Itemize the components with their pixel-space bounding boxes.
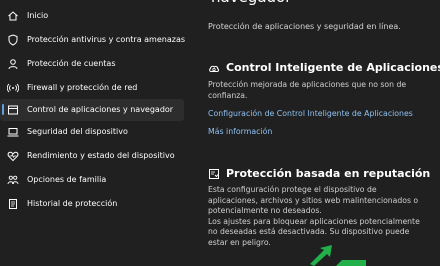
sidebar-item-label: Rendimiento y estado del dispositivo <box>27 151 175 160</box>
description-line: Los ajustes para bloquear aplicaciones p… <box>208 216 420 226</box>
sidebar-item-firewall[interactable]: Firewall y protección de red <box>0 79 184 99</box>
laptop-icon <box>7 126 19 138</box>
sidebar-item-label: Inicio <box>27 11 49 20</box>
reputation-icon <box>208 168 220 180</box>
app-window-icon <box>7 104 19 116</box>
sidebar: Inicio Protección antivirus y contra ame… <box>0 0 196 264</box>
page-title: navegador <box>211 0 291 6</box>
cloud-sync-icon <box>208 62 220 74</box>
sidebar-item-virus-protection[interactable]: Protección antivirus y contra amenazas <box>0 31 186 51</box>
sidebar-item-app-browser-control[interactable]: Control de aplicaciones y navegador <box>0 99 184 121</box>
description-line: aplicaciones, archivos y sitios web mali… <box>208 195 419 205</box>
wifi-icon <box>7 82 19 94</box>
shield-icon <box>7 34 19 46</box>
sidebar-item-label: Opciones de familia <box>27 175 107 184</box>
heart-icon <box>7 150 19 162</box>
sidebar-item-label: Protección antivirus y contra amenazas <box>27 35 186 44</box>
reputation-protection-description: Esta configuración protege el dispositiv… <box>208 185 420 249</box>
sidebar-item-label: Historial de protección <box>27 199 118 208</box>
reputation-protection-title: Protección basada en reputación <box>226 167 431 180</box>
home-icon <box>7 10 19 22</box>
history-icon <box>7 198 19 210</box>
sidebar-item-label: Firewall y protección de red <box>27 83 138 92</box>
description-line: Protección mejorada de aplicaciones que … <box>208 80 407 89</box>
smart-app-control-description: Protección mejorada de aplicaciones que … <box>208 80 406 101</box>
sidebar-item-label: Seguridad del dispositivo <box>27 127 128 136</box>
smart-app-control-settings-link[interactable]: Configuración de Control Inteligente de … <box>208 109 413 118</box>
family-icon <box>7 174 19 186</box>
smart-app-control-title: Control Inteligente de Aplicaciones <box>226 61 440 74</box>
description-line: Esta configuración protege el dispositiv… <box>208 185 377 194</box>
sidebar-item-account-protection[interactable]: Protección de cuentas <box>0 55 184 75</box>
sidebar-item-label: Protección de cuentas <box>27 59 116 68</box>
person-icon <box>7 58 19 70</box>
page-subtitle: Protección de aplicaciones y seguridad e… <box>208 22 401 31</box>
sidebar-item-family-options[interactable]: Opciones de familia <box>0 171 184 191</box>
more-info-link[interactable]: Más información <box>208 127 272 136</box>
description-line: confianza. <box>208 90 248 100</box>
description-line: no deseadas está desactivada. Su disposi… <box>208 227 410 237</box>
sidebar-item-label: Control de aplicaciones y navegador <box>27 105 174 114</box>
sidebar-item-device-security[interactable]: Seguridad del dispositivo <box>0 123 184 143</box>
main-content: navegador Protección de aplicaciones y s… <box>196 0 440 264</box>
sidebar-item-device-health[interactable]: Rendimiento y estado del dispositivo <box>0 147 184 167</box>
sidebar-item-home[interactable]: Inicio <box>0 7 184 27</box>
description-line: potencialmente no deseados. <box>208 206 322 216</box>
sidebar-item-protection-history[interactable]: Historial de protección <box>0 195 184 215</box>
selection-indicator <box>2 104 4 115</box>
annotation-arrow-icon <box>310 245 366 266</box>
